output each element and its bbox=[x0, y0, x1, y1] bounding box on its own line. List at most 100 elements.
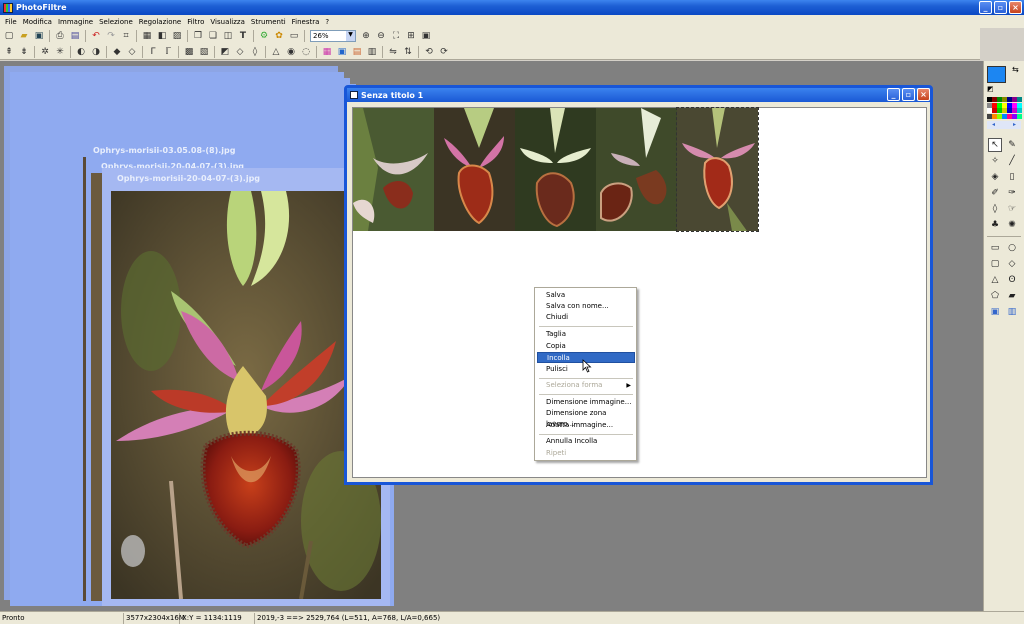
rotate-right-icon[interactable]: ⟳ bbox=[437, 45, 451, 59]
clone-icon[interactable]: ✺ bbox=[1005, 218, 1019, 232]
crop-icon[interactable]: ⌗ bbox=[119, 29, 133, 43]
palette-scroll[interactable]: ◂ ▸ bbox=[987, 121, 1021, 129]
menu-item-salva-con-nome[interactable]: Salva con nome... bbox=[537, 301, 635, 312]
window-maximize-button[interactable]: ▫ bbox=[902, 88, 915, 101]
open-icon[interactable]: ▰ bbox=[17, 29, 31, 43]
menu-item-dimensione-zona-lavoro[interactable]: Dimensione zona lavoro... bbox=[537, 408, 635, 428]
menu-item-taglia[interactable]: Taglia bbox=[537, 329, 635, 340]
saturation-minus-icon[interactable]: ◇ bbox=[125, 45, 139, 59]
chevron-left-icon[interactable]: ◂ bbox=[992, 121, 995, 129]
color-swatch[interactable] bbox=[1017, 108, 1022, 113]
auto-levels-icon[interactable]: ⇞ bbox=[2, 45, 16, 59]
menu-item-copia[interactable]: Copia bbox=[537, 341, 635, 352]
ellipse-shape-icon[interactable]: ○ bbox=[1005, 241, 1019, 255]
histogram-icon[interactable]: ▥ bbox=[365, 45, 379, 59]
line-tool-icon[interactable]: ╱ bbox=[1005, 154, 1019, 168]
scan-icon[interactable]: ▤ bbox=[68, 29, 82, 43]
fullscreen-icon[interactable]: ▣ bbox=[419, 29, 433, 43]
rectangle-shape-icon[interactable]: ▭ bbox=[988, 241, 1002, 255]
redo-icon[interactable]: ↷ bbox=[104, 29, 118, 43]
foreground-color-swatch[interactable] bbox=[987, 66, 1006, 83]
flip-vertical-icon[interactable]: ⇅ bbox=[401, 45, 415, 59]
menu-immagine[interactable]: Immagine bbox=[55, 18, 96, 26]
minimize-button[interactable]: _ bbox=[979, 1, 992, 14]
magic-wand-icon[interactable]: ✧ bbox=[988, 154, 1002, 168]
rounded-rect-shape-icon[interactable]: ▢ bbox=[988, 257, 1002, 271]
saturation-plus-icon[interactable]: ◆ bbox=[110, 45, 124, 59]
shape-mode-1-icon[interactable]: ▣ bbox=[988, 305, 1002, 319]
mask-icon[interactable]: ◧ bbox=[155, 29, 169, 43]
gamma-minus-icon[interactable]: ℾ bbox=[161, 45, 175, 59]
menu-item-dimensione-immagine[interactable]: Dimensione immagine... bbox=[537, 397, 635, 408]
auto-contrast-icon[interactable]: ⇟ bbox=[17, 45, 31, 59]
print-icon[interactable]: ⎙ bbox=[53, 29, 67, 43]
menu-item-adatta-immagine[interactable]: Adatta immagine... bbox=[537, 420, 635, 431]
duplicate-icon[interactable]: ◫ bbox=[221, 29, 235, 43]
blur-drop-icon[interactable]: ◊ bbox=[988, 202, 1002, 216]
load-shape-icon[interactable]: ▰ bbox=[1005, 289, 1019, 303]
spray-icon[interactable]: ▯ bbox=[1005, 170, 1019, 184]
zoom-select[interactable]: 26% ▼ bbox=[310, 30, 356, 42]
color-picker-icon[interactable]: ✎ bbox=[1005, 138, 1019, 152]
reset-colors-icon[interactable]: ◩ bbox=[987, 85, 994, 93]
close-button[interactable]: × bbox=[1009, 1, 1022, 14]
selection-tool-icon[interactable]: ↖ bbox=[988, 138, 1002, 152]
chevron-right-icon[interactable]: ▸ bbox=[1013, 121, 1016, 129]
gamma-plus-icon[interactable]: Γ bbox=[146, 45, 160, 59]
fit-window-icon[interactable]: ⛶ bbox=[389, 29, 403, 43]
window-close-button[interactable]: × bbox=[917, 88, 930, 101]
swap-colors-icon[interactable]: ⇆ bbox=[1012, 65, 1019, 74]
diamond-shape-icon[interactable]: ◇ bbox=[1005, 257, 1019, 271]
shape-mode-2-icon[interactable]: ▥ bbox=[1005, 305, 1019, 319]
menu-modifica[interactable]: Modifica bbox=[20, 18, 55, 26]
menu-selezione[interactable]: Selezione bbox=[96, 18, 136, 26]
menu-strumenti[interactable]: Strumenti bbox=[248, 18, 289, 26]
flip-horizontal-icon[interactable]: ⇋ bbox=[386, 45, 400, 59]
smudge-icon[interactable]: ☞ bbox=[1005, 202, 1019, 216]
zoom-out-icon[interactable]: ⊖ bbox=[374, 29, 388, 43]
drop-shadow-icon[interactable]: ◌ bbox=[299, 45, 313, 59]
plugin-icon[interactable]: ⚙ bbox=[257, 29, 271, 43]
drop-icon[interactable]: ◉ bbox=[284, 45, 298, 59]
menu-item-chiudi[interactable]: Chiudi bbox=[537, 312, 635, 323]
color-balance-icon[interactable]: ▦ bbox=[320, 45, 334, 59]
color-swatches-grid[interactable] bbox=[987, 97, 1022, 119]
paste-icon[interactable]: ❏ bbox=[206, 29, 220, 43]
brightness-plus-icon[interactable]: ✲ bbox=[38, 45, 52, 59]
grid-icon[interactable]: ▦ bbox=[140, 29, 154, 43]
menu-item-salva[interactable]: Salva bbox=[537, 290, 635, 301]
menu-filtro[interactable]: Filtro bbox=[184, 18, 207, 26]
contrast-plus-icon[interactable]: ◐ bbox=[74, 45, 88, 59]
advanced-brush-icon[interactable]: ✑ bbox=[1005, 186, 1019, 200]
lasso-icon[interactable]: ʘ bbox=[1005, 273, 1019, 287]
brightness-minus-icon[interactable]: ✳ bbox=[53, 45, 67, 59]
slideshow-icon[interactable]: ▭ bbox=[287, 29, 301, 43]
sharpen-icon[interactable]: ◇ bbox=[233, 45, 247, 59]
text-icon[interactable]: T bbox=[236, 29, 250, 43]
grayscale-icon[interactable]: ▩ bbox=[182, 45, 196, 59]
color-swatch[interactable] bbox=[1017, 97, 1022, 102]
hue-icon[interactable]: ▤ bbox=[350, 45, 364, 59]
menu-item-annulla-incolla[interactable]: Annulla Incolla bbox=[537, 436, 635, 447]
active-image-window[interactable]: Senza titolo 1 _ ▫ × bbox=[344, 85, 933, 485]
text-layer-icon[interactable]: ▨ bbox=[170, 29, 184, 43]
fill-bucket-icon[interactable]: ◈ bbox=[988, 170, 1002, 184]
soften-icon[interactable]: ◊ bbox=[248, 45, 262, 59]
menu-regolazione[interactable]: Regolazione bbox=[136, 18, 184, 26]
rotate-left-icon[interactable]: ⟲ bbox=[422, 45, 436, 59]
save-icon[interactable]: ▣ bbox=[32, 29, 46, 43]
color-swatch[interactable] bbox=[1017, 102, 1022, 108]
brush-icon[interactable]: ✐ bbox=[988, 186, 1002, 200]
effects-icon[interactable]: ✿ bbox=[272, 29, 286, 43]
window-minimize-button[interactable]: _ bbox=[887, 88, 900, 101]
menu-help[interactable]: ? bbox=[322, 18, 332, 26]
rgb-icon[interactable]: ▣ bbox=[335, 45, 349, 59]
stamp-icon[interactable]: ♣ bbox=[988, 218, 1002, 232]
menu-file[interactable]: File bbox=[2, 18, 20, 26]
contrast-minus-icon[interactable]: ◑ bbox=[89, 45, 103, 59]
undo-icon[interactable]: ↶ bbox=[89, 29, 103, 43]
image-canvas[interactable] bbox=[352, 107, 927, 478]
new-icon[interactable]: ▢ bbox=[2, 29, 16, 43]
menu-visualizza[interactable]: Visualizza bbox=[207, 18, 247, 26]
menu-finestra[interactable]: Finestra bbox=[289, 18, 323, 26]
